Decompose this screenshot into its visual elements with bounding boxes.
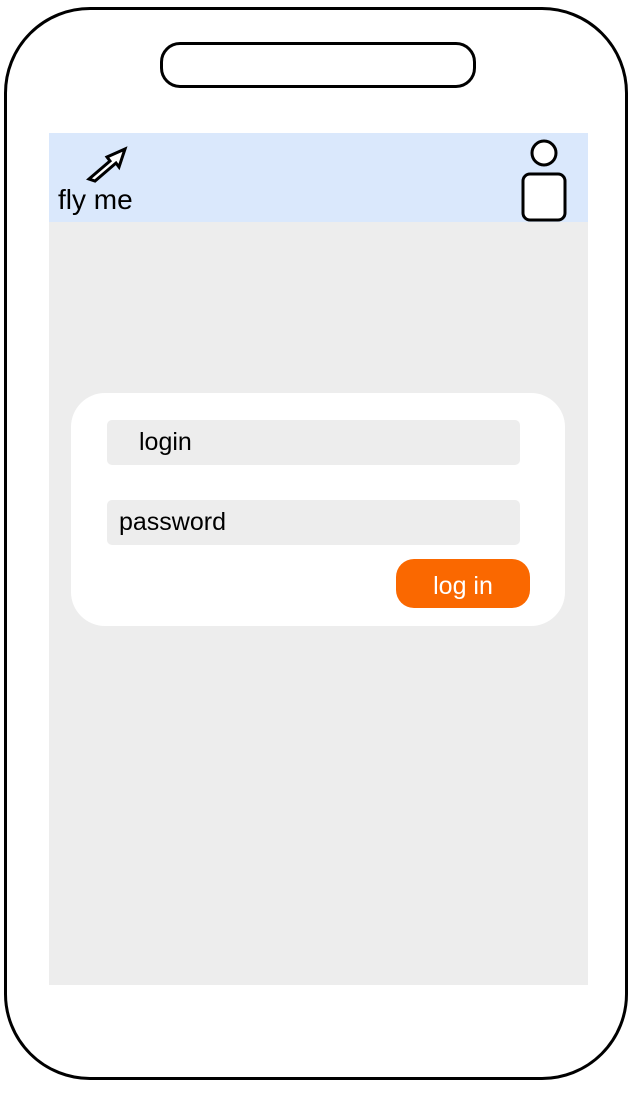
user-avatar-icon[interactable] <box>520 136 570 222</box>
arrow-up-right-icon <box>86 146 128 183</box>
app-header: fly me <box>49 133 588 222</box>
phone-speaker <box>160 42 476 88</box>
app-title: fly me <box>58 184 133 215</box>
phone-mockup: fly me login password log in <box>0 0 635 1102</box>
password-input[interactable]: password <box>107 500 520 545</box>
login-card: login password log in <box>71 393 565 626</box>
phone-screen: fly me login password log in <box>49 133 588 985</box>
login-button[interactable]: log in <box>396 559 530 608</box>
login-input[interactable]: login <box>107 420 520 465</box>
